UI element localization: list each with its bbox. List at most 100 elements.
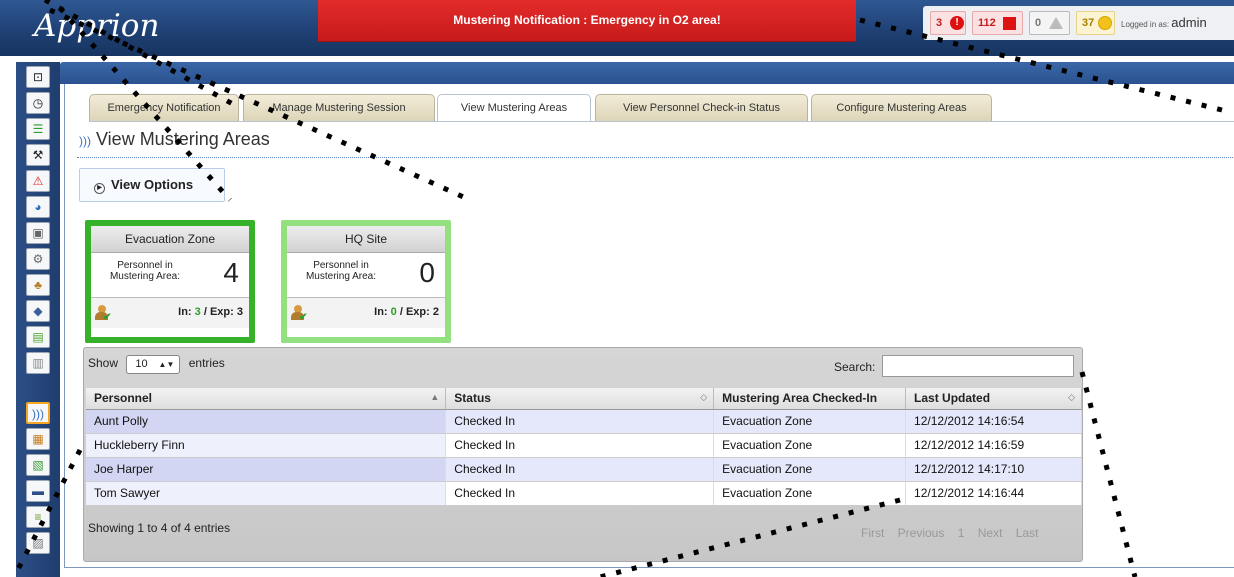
column-label: Personnel bbox=[94, 391, 153, 406]
table-row[interactable]: Huckleberry Finn Checked In Evacuation Z… bbox=[86, 433, 1082, 458]
exp-value: 3 bbox=[236, 306, 243, 318]
minor-alarm-count[interactable]: 37 bbox=[1076, 11, 1115, 35]
pager-next[interactable]: Next bbox=[973, 522, 1008, 544]
tab-manage-mustering-session[interactable]: Manage Mustering Session bbox=[243, 94, 435, 121]
paper-icon[interactable]: ▥ bbox=[26, 352, 50, 374]
person-check-icon: ✔ bbox=[291, 305, 307, 323]
mustering-icon[interactable]: ))) bbox=[26, 402, 50, 424]
cell-updated: 12/12/2012 14:16:59 bbox=[905, 433, 1082, 458]
table-row[interactable]: Aunt Polly Checked In Evacuation Zone 12… bbox=[86, 409, 1082, 434]
in-value: 3 bbox=[194, 306, 201, 318]
login-prefix: Logged in as: bbox=[1121, 20, 1170, 29]
tab-view-mustering-areas[interactable]: View Mustering Areas bbox=[437, 94, 591, 122]
view-options-label: View Options bbox=[111, 177, 194, 192]
exp-label: / Exp: bbox=[203, 306, 234, 318]
mustering-alert-banner[interactable]: Mustering Notification : Emergency in O2… bbox=[318, 0, 856, 42]
alert-icon[interactable]: ⚠ bbox=[26, 170, 50, 192]
monitor-icon[interactable]: ▬ bbox=[26, 480, 50, 502]
exp-value: 2 bbox=[432, 306, 439, 318]
sort-both-icon: ◇ bbox=[700, 392, 708, 402]
major-alarm-icon bbox=[1003, 17, 1016, 30]
critical-alarm-count[interactable]: 3 ! bbox=[930, 11, 966, 35]
col-mustering-area[interactable]: Mustering Area Checked-In bbox=[713, 388, 907, 410]
diamond-icon[interactable]: ◆ bbox=[26, 300, 50, 322]
personnel-label: Personnel in Mustering Area: bbox=[109, 260, 181, 282]
app-header: Apprion Mustering Notification : Emergen… bbox=[0, 0, 1234, 56]
page-title-text: View Mustering Areas bbox=[96, 129, 270, 149]
person-check-icon: ✔ bbox=[95, 305, 111, 323]
pager-page-1[interactable]: 1 bbox=[953, 522, 970, 544]
warning-alarm-count[interactable]: 0 bbox=[1029, 11, 1070, 35]
cell-area: Evacuation Zone bbox=[713, 433, 907, 458]
tab-view-personnel-checkin[interactable]: View Personnel Check-in Status bbox=[595, 94, 808, 121]
critical-alarm-icon: ! bbox=[950, 16, 964, 30]
cell-status: Checked In bbox=[445, 481, 715, 506]
pager-last[interactable]: Last bbox=[1011, 522, 1044, 544]
in-label: In: bbox=[374, 306, 388, 318]
sort-asc-icon: ▲ bbox=[430, 392, 440, 402]
chart-icon[interactable]: ▧ bbox=[26, 454, 50, 476]
report-icon[interactable]: ▤ bbox=[26, 326, 50, 348]
cell-updated: 12/12/2012 14:16:54 bbox=[905, 409, 1082, 434]
mustering-icon: ))) bbox=[79, 134, 91, 148]
cell-status: Checked In bbox=[445, 457, 715, 482]
search-input[interactable] bbox=[882, 355, 1074, 377]
table-pagination: First Previous 1 Next Last bbox=[856, 522, 1043, 544]
col-personnel[interactable]: Personnel ▲ bbox=[86, 388, 447, 410]
database-icon[interactable]: ≡ bbox=[26, 506, 50, 528]
pager-previous[interactable]: Previous bbox=[893, 522, 950, 544]
cell-personnel: Tom Sawyer bbox=[86, 481, 447, 506]
column-label: Mustering Area Checked-In bbox=[722, 391, 878, 406]
area-footer: ✔ In: 0 / Exp: 2 bbox=[287, 298, 445, 328]
major-alarm-count[interactable]: 112 bbox=[972, 11, 1023, 35]
minor-alarm-icon bbox=[1098, 16, 1112, 30]
clock-icon[interactable]: ◷ bbox=[26, 92, 50, 114]
table-header-row: Personnel ▲ Status ◇ Mustering Area Checke… bbox=[86, 388, 1082, 410]
pager-first[interactable]: First bbox=[856, 522, 889, 544]
area-name: Evacuation Zone bbox=[91, 226, 249, 253]
cell-updated: 12/12/2012 14:17:10 bbox=[905, 457, 1082, 482]
col-status[interactable]: Status ◇ bbox=[445, 388, 715, 410]
device-icon[interactable]: ▨ bbox=[26, 532, 50, 554]
minor-count-value: 37 bbox=[1082, 17, 1095, 29]
users-icon[interactable]: ♣ bbox=[26, 274, 50, 296]
page-length-value: 10 bbox=[135, 358, 148, 370]
tab-emergency-notification[interactable]: Emergency Notification bbox=[89, 94, 239, 121]
column-label: Status bbox=[454, 391, 491, 406]
login-user[interactable]: admin bbox=[1171, 15, 1206, 30]
title-divider bbox=[77, 157, 1234, 158]
cell-updated: 12/12/2012 14:16:44 bbox=[905, 481, 1082, 506]
page-length-select[interactable]: 10 ▲▼ bbox=[126, 355, 181, 374]
list-icon[interactable]: ☰ bbox=[26, 118, 50, 140]
page-title: ))) View Mustering Areas bbox=[79, 129, 270, 150]
left-toolbar: ⊡ ◷ ☰ ⚒ ⚠ ◕ ▣ ⚙ ♣ ◆ ▤ ▥ ))) ▦ ▧ ▬ ≡ ▨ bbox=[16, 62, 60, 577]
expand-icon[interactable]: ⊡ bbox=[26, 66, 50, 88]
col-last-updated[interactable]: Last Updated ◇ bbox=[905, 388, 1082, 410]
wrench-icon[interactable]: ⚒ bbox=[26, 144, 50, 166]
warning-count-value: 0 bbox=[1035, 17, 1042, 29]
area-card-hq-site[interactable]: HQ Site Personnel in Mustering Area: 0 ✔… bbox=[281, 220, 451, 343]
area-card-evacuation-zone[interactable]: Evacuation Zone Personnel in Mustering A… bbox=[85, 220, 255, 343]
globe-icon[interactable]: ◕ bbox=[26, 196, 50, 218]
view-options-toggle[interactable]: ▶ View Options bbox=[79, 168, 225, 202]
server-icon[interactable]: ▣ bbox=[26, 222, 50, 244]
reports-icon[interactable]: ▦ bbox=[26, 428, 50, 450]
cell-status: Checked In bbox=[445, 433, 715, 458]
in-value: 0 bbox=[390, 306, 397, 318]
login-status: Logged in as: admin bbox=[1121, 15, 1207, 30]
area-body: Personnel in Mustering Area: 4 bbox=[91, 253, 249, 298]
search-label: Search: bbox=[834, 360, 876, 374]
table-row[interactable]: Tom Sawyer Checked In Evacuation Zone 12… bbox=[86, 481, 1082, 506]
gear-icon[interactable]: ⚙ bbox=[26, 248, 50, 270]
table-row[interactable]: Joe Harper Checked In Evacuation Zone 12… bbox=[86, 457, 1082, 482]
tab-configure-mustering-areas[interactable]: Configure Mustering Areas bbox=[811, 94, 992, 121]
cell-area: Evacuation Zone bbox=[713, 457, 907, 482]
cell-personnel: Aunt Polly bbox=[86, 409, 447, 434]
area-stats: In: 3 / Exp: 3 bbox=[178, 306, 243, 318]
area-stats: In: 0 / Exp: 2 bbox=[374, 306, 439, 318]
tab-divider bbox=[89, 121, 1234, 122]
in-label: In: bbox=[178, 306, 192, 318]
table-toolbar: Show 10 ▲▼ entries Search: bbox=[84, 348, 1084, 386]
alarm-counts: 3 ! 112 0 37 Logged in as: admin bbox=[923, 6, 1234, 40]
select-arrows-icon: ▲▼ bbox=[158, 360, 175, 369]
